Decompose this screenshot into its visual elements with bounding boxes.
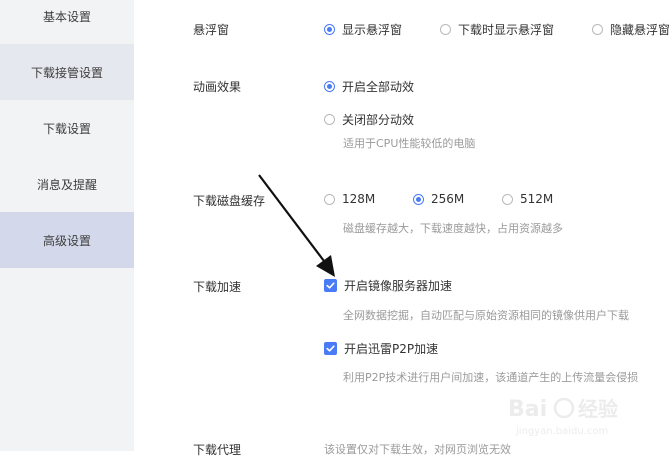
option-label: 128M (342, 192, 376, 206)
p2p-acceleration-hint: 利用P2P技术进行用户间加速，该通道产生的上传流量会侵损 (343, 371, 639, 384)
proxy-hint: 该设置仅对下载生效，对网页浏览无效 (324, 443, 511, 456)
disk-cache-256m-radio[interactable]: 256M (413, 192, 464, 206)
radio-selected-icon (413, 193, 424, 205)
mirror-acceleration-hint: 全网数据挖掘，自动匹配与原始资源相同的镜像供用户下载 (343, 309, 629, 322)
option-label: 开启迅雷P2P加速 (344, 342, 439, 356)
radio-selected-icon (324, 81, 335, 92)
option-label: 256M (431, 192, 465, 206)
option-label: 开启全部动效 (342, 80, 415, 94)
option-label: 关闭部分动效 (342, 113, 415, 127)
radio-icon (502, 193, 513, 205)
radio-icon (440, 24, 451, 35)
proxy-label: 下载代理 (193, 443, 242, 457)
option-label: 开启镜像服务器加速 (344, 279, 453, 293)
animation-hint: 适用于CPU性能较低的电脑 (343, 137, 476, 150)
option-label: 隐藏悬浮窗 (610, 23, 669, 37)
floating-window-hide-radio[interactable]: 隐藏悬浮窗 (592, 21, 669, 38)
animation-all-radio[interactable]: 开启全部动效 (324, 78, 414, 95)
disk-cache-label: 下载磁盘缓存 (193, 194, 266, 208)
mirror-acceleration-checkbox[interactable]: 开启镜像服务器加速 (324, 277, 452, 294)
radio-selected-icon (324, 24, 335, 35)
settings-sidebar: 基本设置 下载接管设置 下载设置 消息及提醒 高级设置 (0, 0, 134, 451)
sidebar-item-notifications[interactable]: 消息及提醒 (0, 156, 134, 212)
disk-cache-hint: 磁盘缓存越大，下载速度越快，占用资源越多 (343, 222, 563, 235)
option-label: 显示悬浮窗 (342, 23, 403, 37)
animation-partial-radio[interactable]: 关闭部分动效 (324, 111, 414, 128)
sidebar-item-download-settings[interactable]: 下载设置 (0, 100, 134, 156)
sidebar-item-advanced-settings[interactable]: 高级设置 (0, 212, 134, 268)
disk-cache-128m-radio[interactable]: 128M (324, 192, 375, 206)
checkmark-icon (324, 342, 337, 355)
svg-text:jingyan.baidu.com: jingyan.baidu.com (515, 426, 608, 437)
acceleration-label: 下载加速 (193, 280, 242, 294)
floating-window-label: 悬浮窗 (193, 23, 230, 37)
radio-icon (324, 193, 335, 205)
option-label: 512M (520, 192, 554, 206)
disk-cache-512m-radio[interactable]: 512M (502, 192, 553, 206)
radio-icon (324, 114, 335, 125)
animation-label: 动画效果 (193, 80, 242, 94)
option-label: 下载时显示悬浮窗 (458, 23, 555, 37)
radio-icon (592, 24, 603, 35)
svg-text:Bai: Bai (508, 397, 547, 422)
sidebar-item-download-takeover[interactable]: 下载接管设置 (0, 44, 134, 100)
floating-window-download-radio[interactable]: 下载时显示悬浮窗 (440, 21, 554, 38)
p2p-acceleration-checkbox[interactable]: 开启迅雷P2P加速 (324, 340, 438, 357)
sidebar-item-basic-settings[interactable]: 基本设置 (0, 0, 134, 44)
baidu-watermark-logo: Bai 经验 jingyan.baidu.com (508, 397, 618, 437)
floating-window-show-radio[interactable]: 显示悬浮窗 (324, 21, 402, 38)
checkmark-icon (324, 279, 337, 292)
svg-text:经验: 经验 (578, 397, 618, 421)
